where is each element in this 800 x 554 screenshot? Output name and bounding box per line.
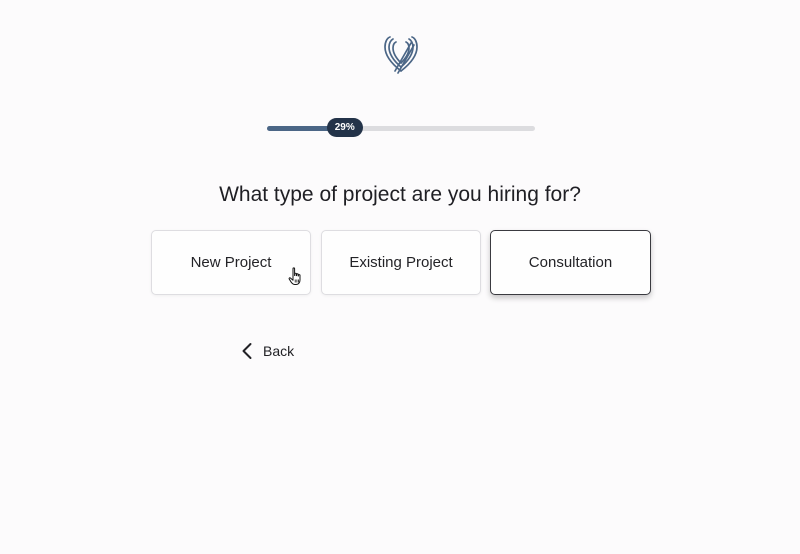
option-label: Existing Project: [349, 254, 453, 271]
back-label: Back: [263, 343, 295, 359]
question-title: What type of project are you hiring for?: [219, 183, 581, 206]
progress-badge: 29%: [326, 118, 363, 137]
logo-icon: [381, 33, 421, 75]
option-existing-project[interactable]: Existing Project: [321, 230, 481, 295]
option-label: Consultation: [528, 254, 613, 271]
hand-pointer-cursor-icon: [288, 267, 304, 287]
option-new-project[interactable]: New Project: [151, 230, 311, 295]
option-consultation[interactable]: Consultation: [490, 230, 651, 295]
progress-bar: 29%: [267, 118, 535, 137]
back-button[interactable]: Back: [240, 340, 294, 362]
chevron-left-icon: [242, 343, 252, 359]
option-label: New Project: [190, 254, 272, 271]
